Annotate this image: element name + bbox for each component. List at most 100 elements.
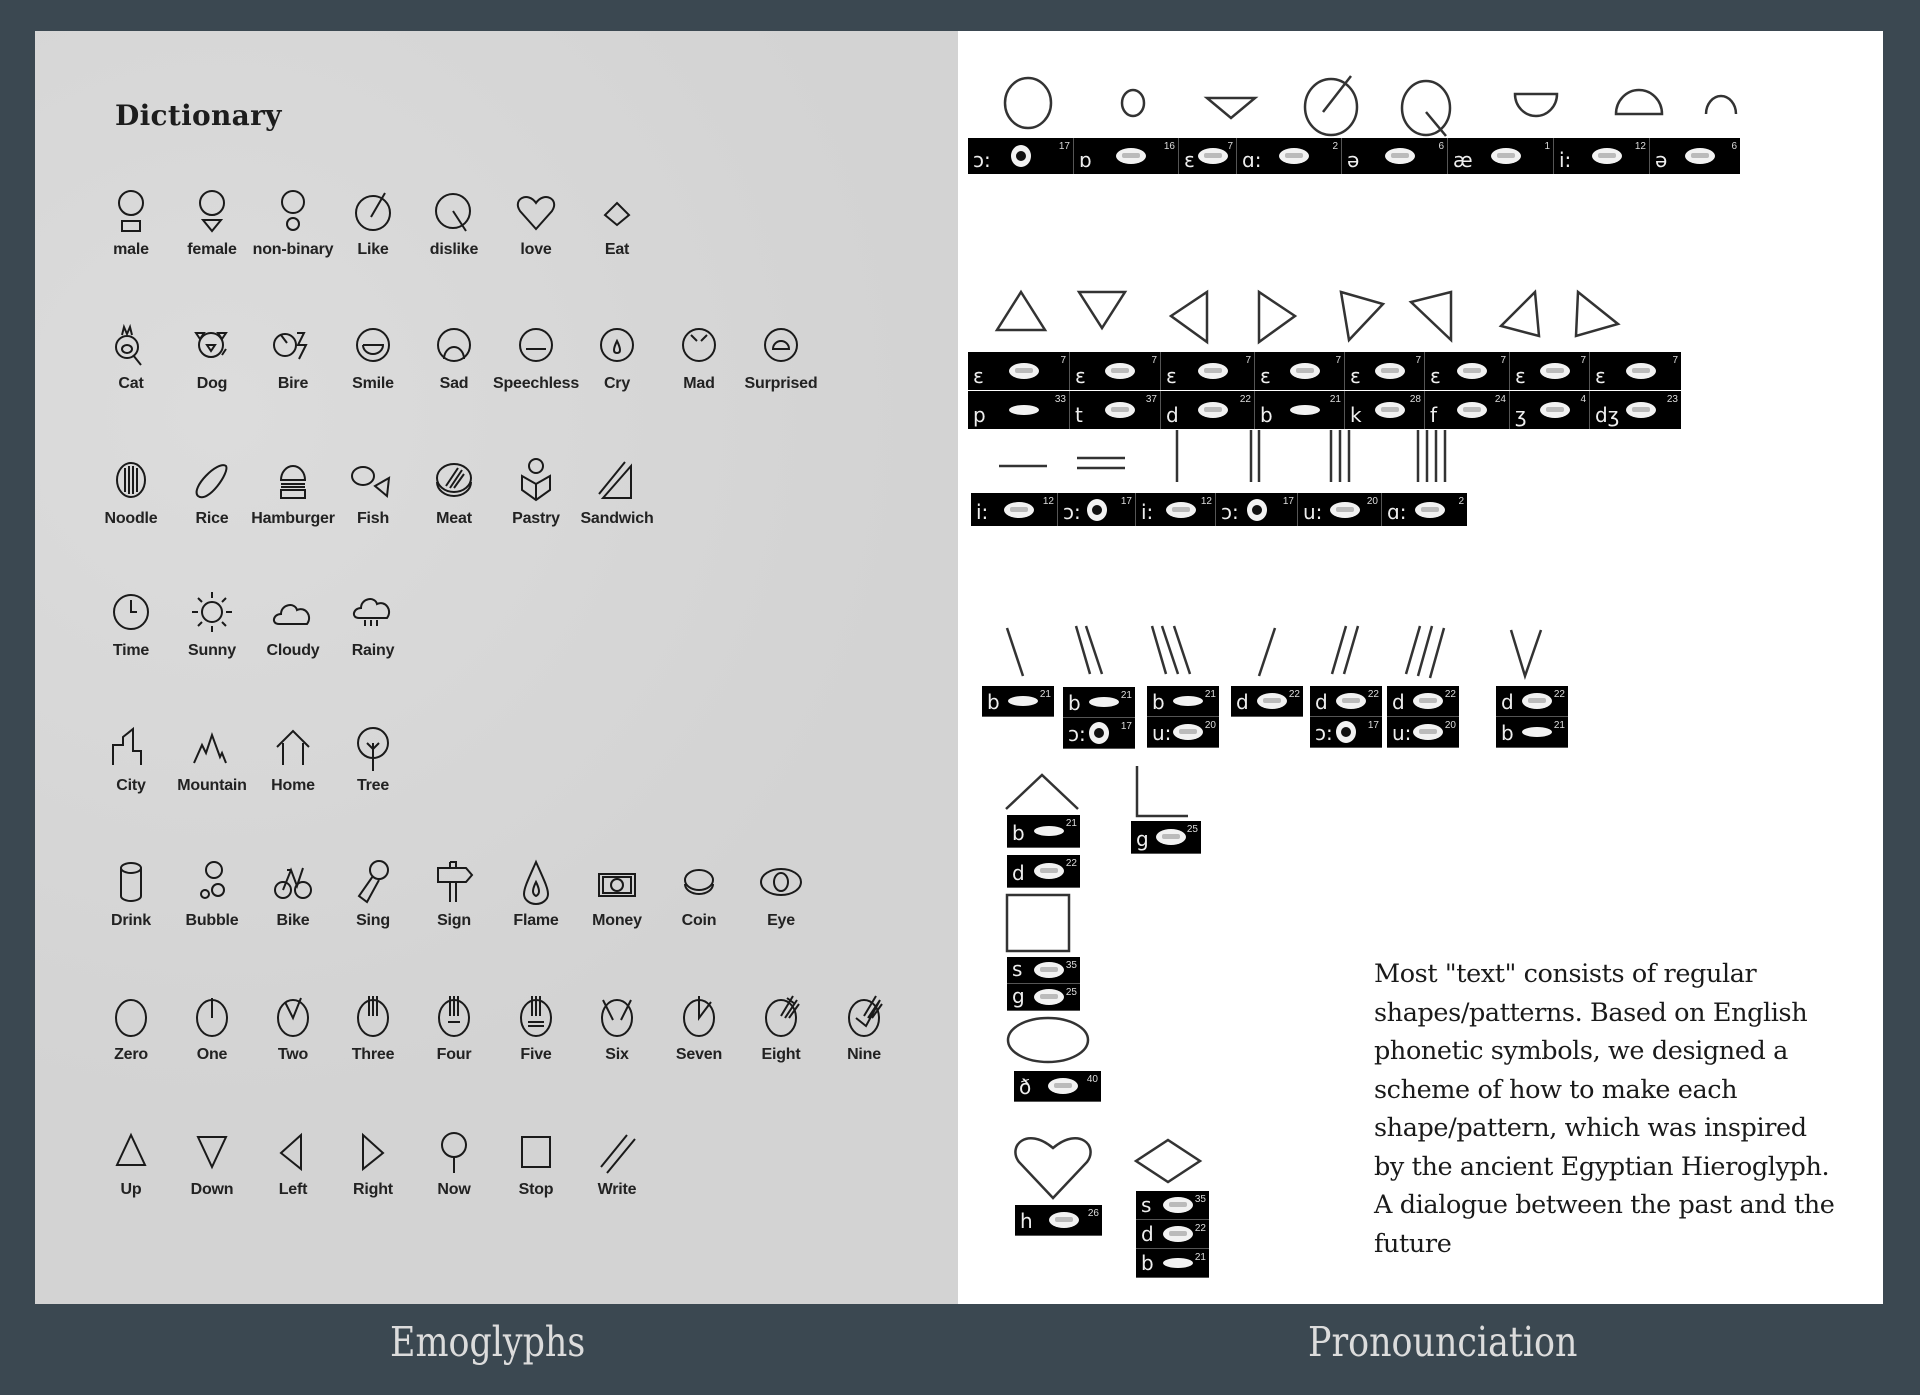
mouth-shape-icon <box>1008 363 1039 379</box>
glyph-label: Tree <box>356 777 390 794</box>
phonetic-number: 17 <box>1120 721 1132 732</box>
phonetic-number: 21 <box>1204 689 1216 700</box>
phonetic-symbol: u: <box>1392 721 1412 745</box>
phonetic-cell: d 22 <box>1496 686 1568 717</box>
backslash-double-icon <box>1074 625 1104 675</box>
triangle-shape-7-icon <box>1498 289 1541 338</box>
roof-icon <box>1005 773 1079 810</box>
slash-single-icon <box>1257 627 1277 677</box>
phonetic-cell: h 26 <box>1015 1205 1102 1236</box>
diamond-icon <box>1133 1138 1203 1184</box>
mouth-shape-icon <box>1116 148 1146 164</box>
phonetic-cell: ɒ 16 <box>1074 138 1179 174</box>
phonetic-cell: b 21 <box>1007 815 1080 848</box>
surprised-icon <box>764 328 798 362</box>
half-bowl-icon <box>1513 92 1559 118</box>
phonetic-number: 22 <box>1444 689 1456 700</box>
glyph-label: Sandwich <box>580 510 654 527</box>
phonetic-number: 17 <box>1120 496 1132 507</box>
phonetic-number: 22 <box>1367 689 1379 700</box>
glyph-nine: Nine <box>824 992 904 1102</box>
half-dome-icon <box>1614 88 1664 116</box>
phonetic-cell: ɛ7 <box>1161 352 1255 390</box>
mouth-shape-icon <box>1289 363 1320 379</box>
sign-icon <box>437 861 474 902</box>
sunny-icon <box>192 592 232 632</box>
glyph-eye: Eye <box>741 858 821 968</box>
mouth-shape-icon <box>1033 962 1064 978</box>
phonetic-symbol: b <box>1152 690 1165 714</box>
phonetic-number: 7 <box>1672 355 1678 366</box>
sandwich-icon <box>598 461 632 499</box>
phonetic-symbol: ɑ: <box>1387 500 1407 524</box>
phonetic-number: 28 <box>1409 394 1421 405</box>
dictionary-title: Dictionary <box>115 99 282 132</box>
phonetic-cell: ɑ: 2 <box>1237 138 1342 174</box>
phonetic-cell: d 22 <box>1161 391 1255 429</box>
home-icon <box>276 729 310 765</box>
mouth-shape-icon <box>1156 829 1186 845</box>
phonetic-number: 26 <box>1087 1208 1099 1219</box>
phonetic-strip: p 33 t 37 d 22 b 21 k 28 f 24 ʒ 4 dʒ 23 <box>968 391 1681 429</box>
phonetic-symbol: u: <box>1152 721 1172 745</box>
phonetic-number: 20 <box>1366 496 1378 507</box>
mouth-shape-icon <box>1004 501 1034 518</box>
phonetic-symbol: ɛ <box>1515 364 1526 388</box>
phonetic-symbol: ɛ <box>1430 364 1441 388</box>
fish-icon <box>351 466 391 498</box>
mouth-shape-icon <box>1336 693 1366 709</box>
phonetic-cell: s 35 <box>1007 957 1080 984</box>
phonetic-number: 7 <box>1060 355 1066 366</box>
mouth-shape-icon <box>1336 721 1356 743</box>
triangle-down-icon <box>1203 96 1259 120</box>
phonetic-number: 25 <box>1186 824 1198 835</box>
one-icon <box>196 998 228 1037</box>
phonetic-cell: ɛ7 <box>1590 352 1681 390</box>
corner-l-icon <box>1135 766 1188 818</box>
glyph-label: Eat <box>604 241 630 258</box>
smile-icon <box>356 328 390 362</box>
phonetic-number: 22 <box>1239 394 1251 405</box>
glyph-rainy: Rainy <box>333 588 413 698</box>
mouth-shape-icon <box>1384 148 1415 164</box>
mouth-shape-icon <box>1413 693 1443 709</box>
phonetic-number: 7 <box>1580 355 1586 366</box>
phonetic-symbol: ə <box>1347 148 1360 172</box>
phonetic-symbol: b <box>1068 691 1081 715</box>
mouth-shape-icon <box>1008 405 1039 415</box>
mouth-shape-icon <box>1625 363 1656 379</box>
phonetic-cell: f 24 <box>1425 391 1510 429</box>
phonetic-number: 4 <box>1580 394 1586 405</box>
triangle-shape-6-icon <box>1408 290 1453 343</box>
phonetic-number: 2 <box>1458 496 1464 507</box>
phonetic-cell: b 21 <box>1496 717 1568 748</box>
phonetic-number: 17 <box>1282 496 1294 507</box>
phonetic-cell: k 28 <box>1345 391 1425 429</box>
double-horizontal-line-icon <box>1077 456 1125 470</box>
meat-icon <box>436 463 472 497</box>
mouth-shape-icon <box>1033 863 1064 879</box>
rainy-icon <box>353 598 391 626</box>
phonetic-cell: b 21 <box>1136 1249 1209 1278</box>
phonetic-symbol: k <box>1350 403 1362 427</box>
phonetic-cell: i: 12 <box>971 493 1058 526</box>
emoglyph-dictionary-panel: Dictionary male female non-binary Like disli… <box>35 31 958 1304</box>
nine-icon <box>848 995 883 1037</box>
phonetic-cell: p 33 <box>968 391 1070 429</box>
mouth-shape-icon <box>1522 727 1552 737</box>
mouth-shape-icon <box>1490 148 1521 164</box>
phonetic-number: 6 <box>1438 141 1444 152</box>
phonetic-number: 40 <box>1086 1074 1098 1085</box>
phonetic-symbol: s <box>1141 1193 1152 1217</box>
mouth-shape-icon <box>1246 498 1267 521</box>
phonetic-strip: s 35 d 22 b 21 <box>1136 1191 1209 1278</box>
mouth-shape-icon <box>1685 148 1715 164</box>
quad-vertical-line-icon <box>1416 430 1447 482</box>
non-binary-icon <box>281 190 305 231</box>
phonetic-strip: d 22 <box>1007 855 1080 888</box>
double-vertical-line-icon <box>1249 430 1261 482</box>
phonetic-number: 7 <box>1500 355 1506 366</box>
phonetic-number: 21 <box>1329 394 1341 405</box>
phonetic-symbol: d <box>1166 403 1179 427</box>
phonetic-symbol: g <box>1136 827 1149 851</box>
